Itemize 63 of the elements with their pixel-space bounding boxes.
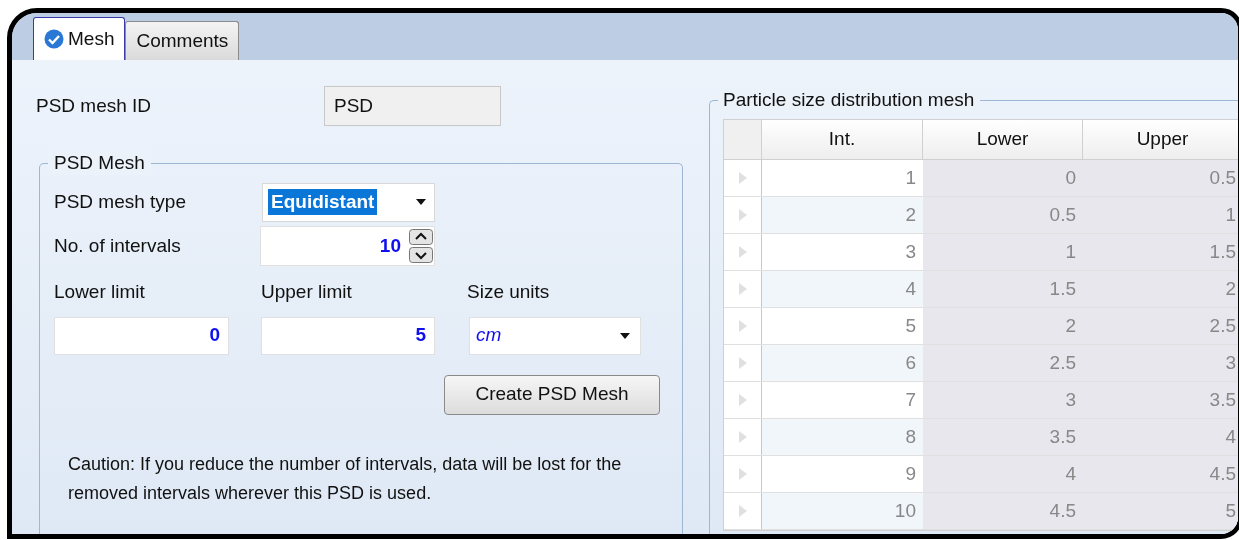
table-cell: 3.5 xyxy=(1083,382,1238,418)
row-pointer-icon[interactable] xyxy=(738,320,747,332)
create-mesh-button[interactable]: Create PSD Mesh xyxy=(444,374,660,415)
row-pointer-icon[interactable] xyxy=(738,209,747,221)
table-cell: 6 xyxy=(762,345,923,381)
table-cell: 8 xyxy=(762,419,923,455)
field-label: PSD mesh ID xyxy=(36,93,153,118)
table-cell: 2.5 xyxy=(923,345,1083,381)
table-cell: 2 xyxy=(762,197,923,233)
column-header[interactable]: Lower xyxy=(923,120,1083,159)
table-cell: 2 xyxy=(1083,271,1238,307)
tab[interactable]: Mesh xyxy=(33,17,126,60)
table-cell: 0.5 xyxy=(923,197,1083,233)
column-header[interactable]: Int. xyxy=(762,120,923,159)
spin-up-icon[interactable] xyxy=(409,229,433,245)
row-pointer-icon[interactable] xyxy=(738,394,747,406)
tab[interactable]: Comments xyxy=(125,21,240,60)
table-cell: 0.5 xyxy=(1083,160,1238,196)
row-pointer-icon[interactable] xyxy=(738,505,747,517)
table-cell: 5 xyxy=(1083,493,1238,529)
table-cell: 4 xyxy=(762,271,923,307)
row-pointer-icon[interactable] xyxy=(738,246,747,258)
table-cell: 4.5 xyxy=(1083,456,1238,492)
field-label: Upper limit xyxy=(261,280,353,304)
row-pointer-icon[interactable] xyxy=(738,357,747,369)
table-cell: 3 xyxy=(923,382,1083,418)
field-label: No. of intervals xyxy=(54,233,182,258)
spin-down-icon[interactable] xyxy=(409,247,433,263)
row-pointer-icon[interactable] xyxy=(738,431,747,443)
upper-limit-field[interactable]: 5 xyxy=(261,316,435,355)
table-cell: 4 xyxy=(923,456,1083,492)
table-cell: 10 xyxy=(762,493,923,529)
spinner-value: 10 xyxy=(379,233,401,258)
table-cell: 3.5 xyxy=(923,419,1083,455)
row-pointer-icon[interactable] xyxy=(738,283,747,295)
field-value: 0 xyxy=(209,323,220,348)
mesh-id-field[interactable]: PSD xyxy=(324,86,501,126)
size-units-dropdown[interactable]: cm xyxy=(469,316,641,355)
row-pointer-icon[interactable] xyxy=(738,468,747,480)
dropdown-value: Equidistant xyxy=(268,189,378,215)
field-value: cm xyxy=(476,323,502,348)
field-value: 5 xyxy=(415,323,426,348)
table-cell: 1.5 xyxy=(1083,234,1238,270)
table-cell: 3 xyxy=(1083,345,1238,381)
field-label: PSD mesh type xyxy=(54,189,187,214)
caret-icon xyxy=(416,199,426,205)
table-cell: 2 xyxy=(923,308,1083,344)
caret-icon xyxy=(620,332,630,339)
table-cell: 1 xyxy=(1083,197,1238,233)
check-icon xyxy=(44,29,64,49)
table-cell: 1.5 xyxy=(923,271,1083,307)
caution-text: Caution: If you reduce the number of intervals, data will be lost for the removed intervals wherever this PSD is used. xyxy=(68,452,623,505)
table-cell: 2.5 xyxy=(1083,308,1238,344)
lower-limit-field[interactable]: 0 xyxy=(54,316,229,355)
field-label: Lower limit xyxy=(54,280,146,304)
table-cell: 1 xyxy=(923,234,1083,270)
mesh-type-dropdown[interactable]: Equidistant xyxy=(262,182,435,222)
field-label: Size units xyxy=(467,280,551,304)
table-cell: 0 xyxy=(923,160,1083,196)
row-pointer-icon[interactable] xyxy=(738,172,747,184)
table-cell: 4 xyxy=(1083,419,1238,455)
table-cell: 4.5 xyxy=(923,493,1083,529)
intervals-spinner[interactable]: 10 xyxy=(260,226,435,266)
